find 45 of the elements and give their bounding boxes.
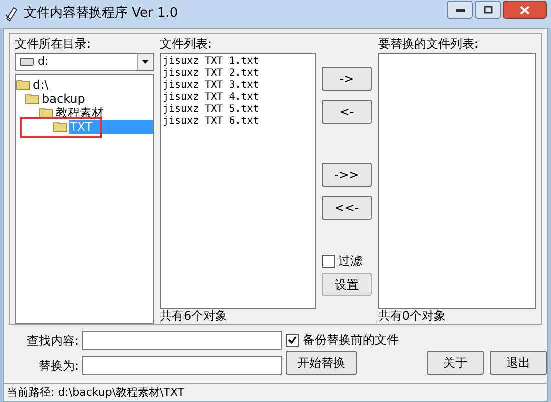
file-item[interactable]: jisuxz_TXT 4.txt	[163, 92, 313, 104]
app-icon	[4, 6, 20, 22]
file-item[interactable]: jisuxz_TXT 1.txt	[163, 56, 313, 68]
folder-icon	[25, 93, 41, 105]
close-icon	[520, 6, 530, 14]
find-field[interactable]	[82, 331, 282, 350]
drive-dropdown[interactable]: d:	[15, 53, 154, 71]
tree-item[interactable]: backup	[41, 92, 86, 106]
drive-icon	[20, 58, 34, 66]
move-button[interactable]: <-	[322, 100, 372, 124]
close-button[interactable]	[503, 1, 547, 19]
move-button[interactable]: ->	[322, 67, 372, 91]
file-count: 共有6个对象	[160, 309, 229, 324]
move-button[interactable]: <<-	[322, 196, 372, 220]
action-button[interactable]: 开始替换	[286, 351, 357, 375]
move-button[interactable]: ->>	[322, 163, 372, 187]
checkbox[interactable]	[286, 334, 299, 346]
replace-field[interactable]	[82, 356, 282, 375]
check-icon	[288, 336, 297, 344]
folder-icon	[16, 79, 32, 91]
target-list-label: 要替换的文件列表:	[378, 37, 480, 51]
file-item[interactable]: jisuxz_TXT 6.txt	[163, 116, 313, 128]
minimize-button[interactable]	[447, 1, 473, 19]
maximize-button[interactable]	[475, 1, 501, 19]
checkbox-label: 过滤	[338, 253, 363, 270]
folder-icon	[53, 121, 69, 133]
directory-label: 文件所在目录:	[15, 37, 92, 51]
folder-icon	[39, 107, 55, 119]
tree-item[interactable]: d:\	[32, 78, 50, 92]
status-bar: 当前路径: d:\backup\教程素材\TXT	[4, 383, 547, 401]
find-label: 查找内容:	[26, 332, 79, 350]
file-item[interactable]: jisuxz_TXT 5.txt	[163, 104, 313, 116]
action-button[interactable]: 退出	[490, 351, 547, 375]
replace-label: 替换为:	[38, 358, 79, 374]
file-item[interactable]: jisuxz_TXT 2.txt	[163, 68, 313, 80]
file-item[interactable]: jisuxz_TXT 3.txt	[163, 80, 313, 92]
maximize-icon	[484, 6, 492, 14]
file-list-label: 文件列表:	[160, 37, 214, 51]
caret-icon	[142, 60, 149, 64]
action-button[interactable]: 关于	[427, 351, 484, 375]
checkbox[interactable]	[322, 254, 335, 268]
target-count: 共有0个对象	[378, 309, 447, 324]
checkbox-label: 备份替换前的文件	[303, 332, 399, 349]
minimize-icon	[456, 8, 464, 12]
window-title: 文件内容替换程序 Ver 1.0	[24, 5, 178, 24]
